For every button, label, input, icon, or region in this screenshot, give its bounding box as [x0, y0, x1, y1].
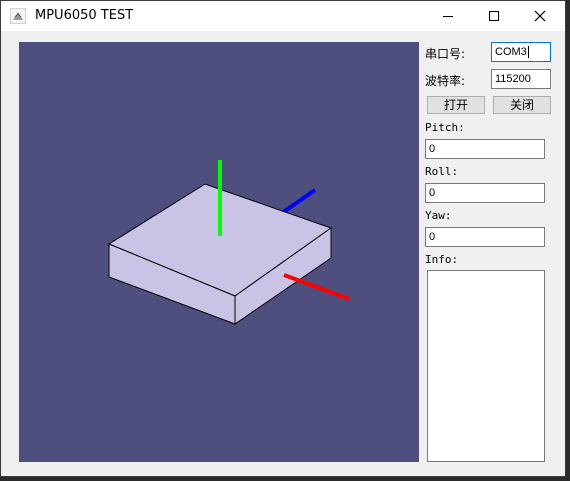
- minimize-icon: [443, 16, 453, 17]
- baud-value: 115200: [495, 73, 531, 85]
- imu-model-canvas: [107, 160, 350, 325]
- close-button[interactable]: [517, 1, 563, 31]
- pitch-value: 0: [429, 143, 436, 155]
- 3d-viewport[interactable]: [19, 42, 419, 462]
- app-icon: [9, 7, 27, 25]
- port-input[interactable]: COM3: [491, 42, 551, 62]
- pitch-field[interactable]: 0: [425, 139, 545, 159]
- baud-input[interactable]: 115200: [491, 69, 551, 89]
- yaw-value: 0: [429, 231, 436, 243]
- roll-label: Roll:: [425, 165, 459, 178]
- yaw-field[interactable]: 0: [425, 227, 545, 247]
- title-bar[interactable]: MPU6050 TEST: [1, 1, 565, 31]
- port-label: 串口号:: [425, 47, 466, 61]
- info-label: Info:: [425, 253, 459, 266]
- yaw-label: Yaw:: [425, 209, 452, 222]
- roll-value: 0: [429, 187, 436, 199]
- maximize-icon: [489, 11, 499, 21]
- app-window: MPU6050 TEST 串口号: COM3 波特率: 115200 打开 关闭…: [0, 0, 566, 477]
- open-button[interactable]: 打开: [427, 96, 485, 114]
- close-icon: [534, 10, 546, 22]
- window-title: MPU6050 TEST: [35, 8, 134, 23]
- roll-field[interactable]: 0: [425, 183, 545, 203]
- baud-label: 波特率:: [425, 74, 466, 88]
- close-port-button[interactable]: 关闭: [493, 96, 551, 114]
- x-axis-line: [283, 273, 350, 301]
- minimize-button[interactable]: [425, 1, 471, 31]
- info-textarea[interactable]: [427, 270, 545, 462]
- port-value: COM3: [495, 46, 527, 58]
- maximize-button[interactable]: [471, 1, 517, 31]
- text-caret: [527, 46, 529, 59]
- pitch-label: Pitch:: [425, 121, 465, 134]
